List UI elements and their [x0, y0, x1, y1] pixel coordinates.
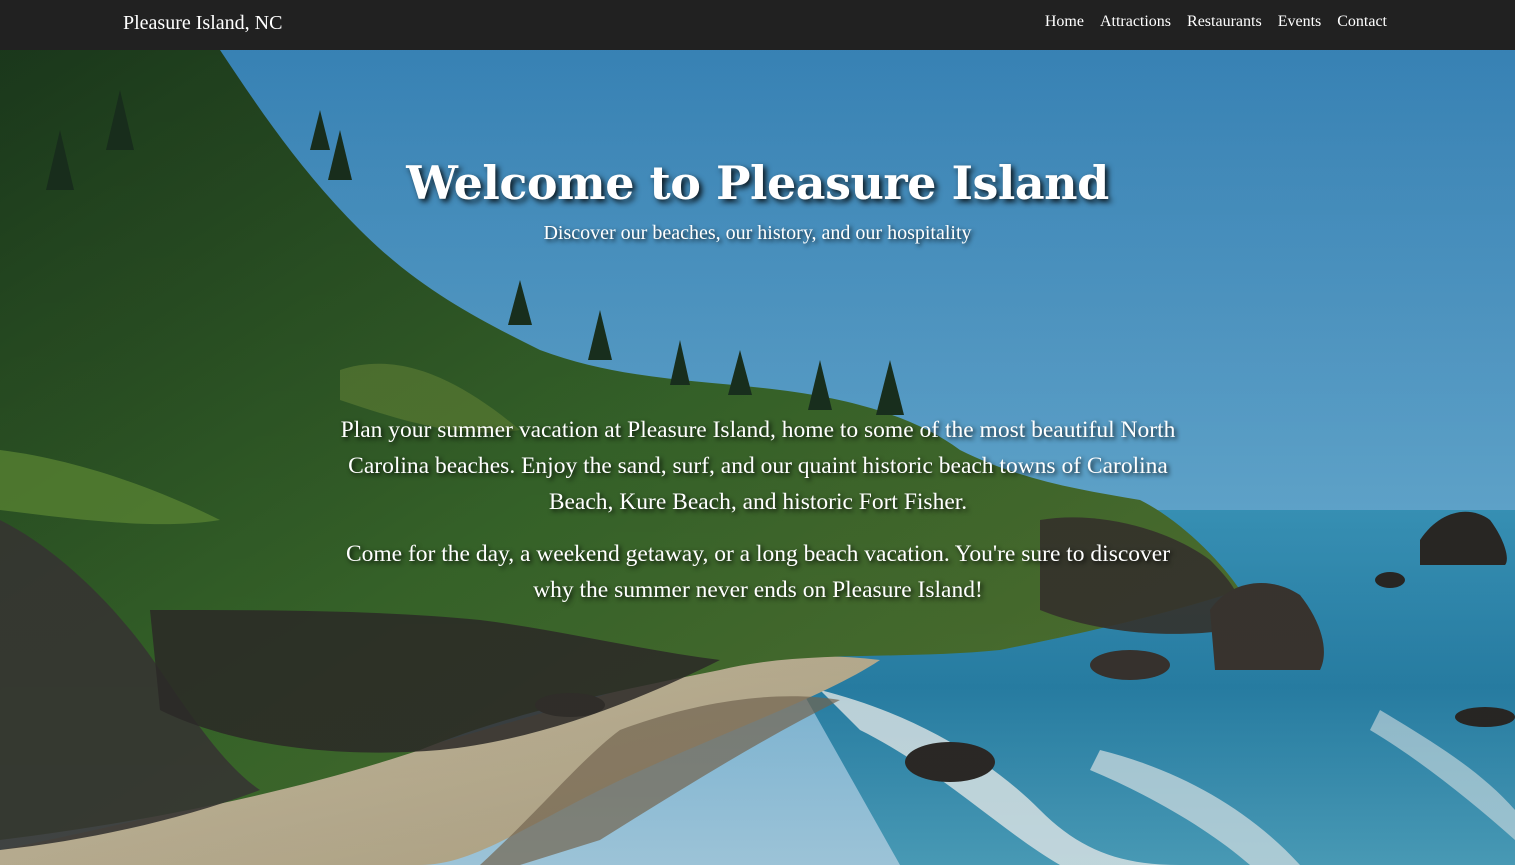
hero-description: Plan your summer vacation at Pleasure Is…: [337, 412, 1179, 624]
hero-section: Welcome to Pleasure Island Discover our …: [0, 50, 1515, 865]
nav-link-home[interactable]: Home: [1045, 12, 1084, 32]
nav-link-restaurants[interactable]: Restaurants: [1187, 12, 1262, 32]
hero-paragraph-2: Come for the day, a weekend getaway, or …: [345, 541, 1171, 603]
nav-link-events[interactable]: Events: [1278, 12, 1322, 32]
site-brand-link[interactable]: Pleasure Island, NC: [123, 10, 282, 36]
hero-title: Welcome to Pleasure Island: [406, 156, 1109, 210]
nav-links: Home Attractions Restaurants Events Cont…: [1045, 12, 1387, 32]
top-navbar: Pleasure Island, NC Home Attractions Res…: [0, 0, 1515, 50]
hero-paragraph-1: Plan your summer vacation at Pleasure Is…: [340, 417, 1176, 515]
hero-subtitle: Discover our beaches, our history, and o…: [543, 222, 972, 244]
nav-link-contact[interactable]: Contact: [1337, 12, 1387, 32]
nav-link-attractions[interactable]: Attractions: [1100, 12, 1171, 32]
